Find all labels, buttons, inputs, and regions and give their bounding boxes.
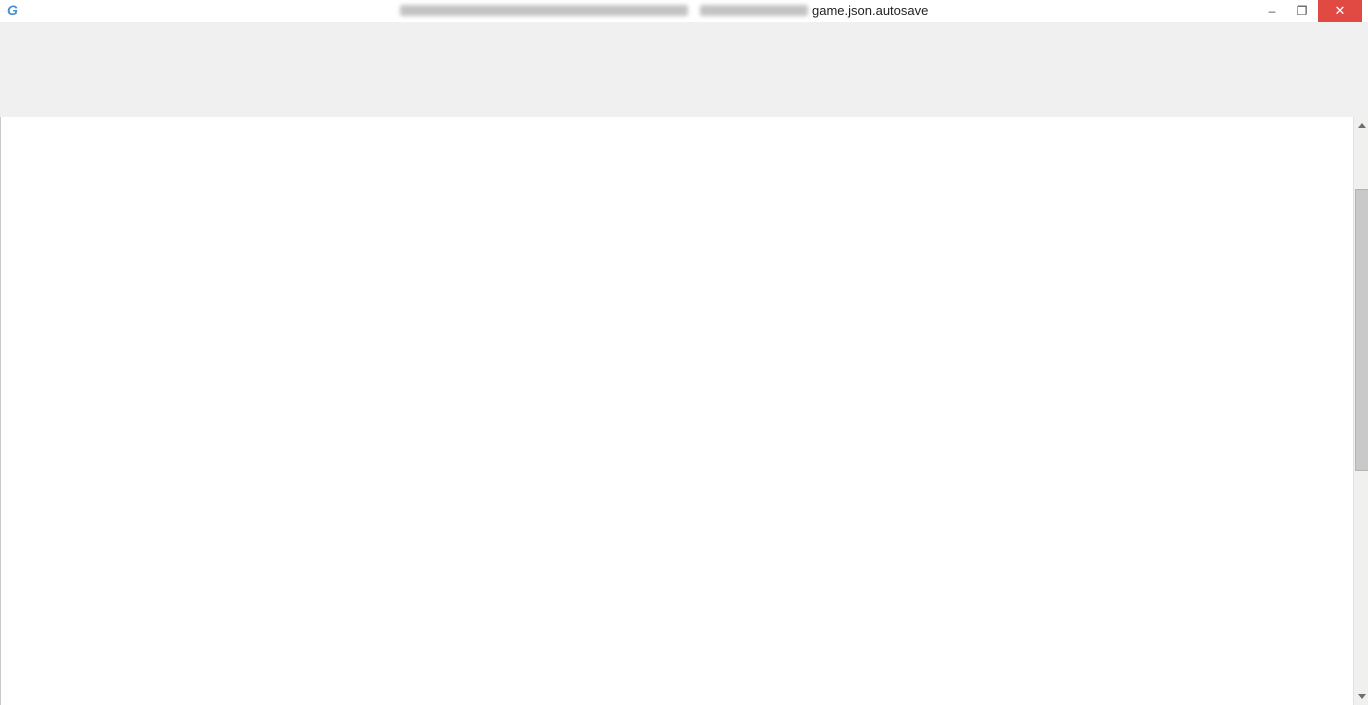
toolbar [0, 44, 1368, 90]
minimize-button[interactable]: – [1258, 0, 1286, 22]
title-bar: G game.json.autosave – ❐ ✕ [0, 0, 1368, 23]
title-redacted [700, 5, 808, 16]
app-logo-icon: G [7, 2, 18, 18]
vertical-scrollbar[interactable] [1353, 117, 1368, 705]
scroll-down-icon[interactable] [1358, 694, 1366, 699]
title-redacted [400, 5, 688, 16]
scrollbar-thumb[interactable] [1355, 189, 1368, 471]
window-title: game.json.autosave [812, 3, 928, 18]
close-button[interactable]: ✕ [1318, 0, 1362, 22]
gdevelop-window: G game.json.autosave – ❐ ✕ [0, 0, 1368, 705]
menu-bar [0, 22, 1368, 44]
scroll-up-icon[interactable] [1358, 123, 1366, 128]
maximize-button[interactable]: ❐ [1288, 0, 1316, 22]
events-editor [0, 117, 1354, 705]
tab-bar [0, 90, 1368, 117]
